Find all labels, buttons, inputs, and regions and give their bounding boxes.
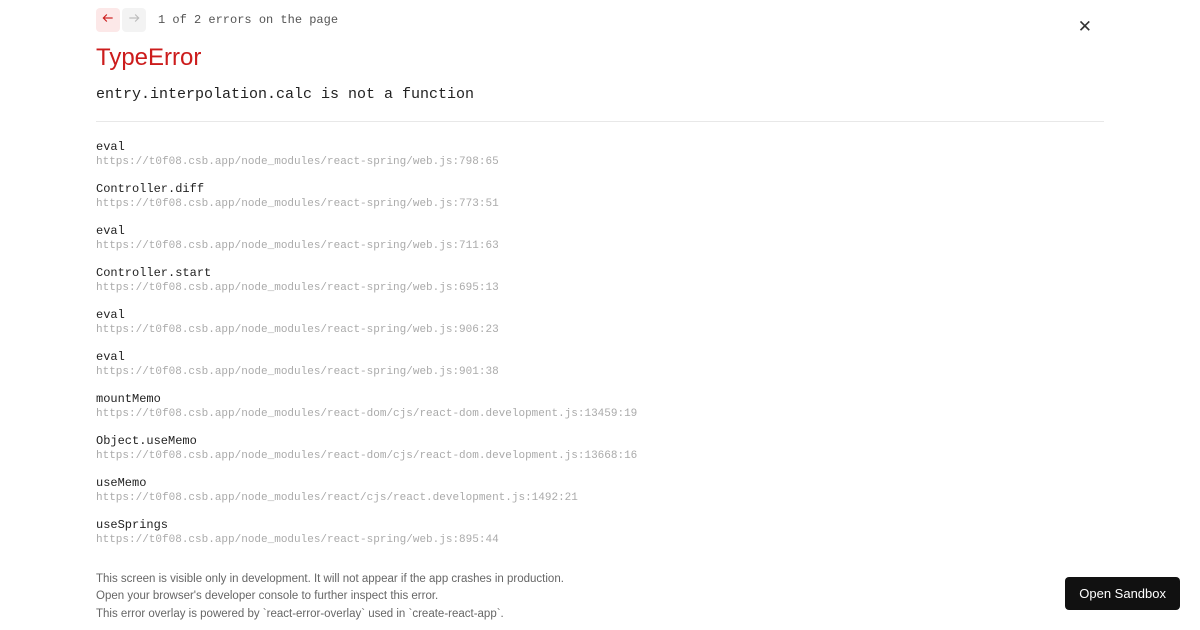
close-button[interactable]: ✕ <box>1078 18 1092 35</box>
error-type-heading: TypeError <box>96 44 1104 72</box>
next-error-button[interactable] <box>122 8 146 32</box>
nav-row: 1 of 2 errors on the page <box>96 8 1104 32</box>
stack-frame-function: eval <box>96 140 1104 154</box>
stack-trace: eval https://t0f08.csb.app/node_modules/r… <box>96 140 1104 560</box>
arrow-right-icon <box>127 11 141 30</box>
footer-line-1: This screen is visible only in developme… <box>96 571 1104 589</box>
stack-frame-function: Controller.start <box>96 266 1104 280</box>
stack-frame-function: Object.useMemo <box>96 434 1104 448</box>
prev-error-button[interactable] <box>96 8 120 32</box>
stack-frame[interactable]: mountMemo https://t0f08.csb.app/node_modu… <box>96 392 1104 420</box>
stack-frame[interactable]: eval https://t0f08.csb.app/node_modules/r… <box>96 224 1104 252</box>
stack-frame[interactable]: Controller.start https://t0f08.csb.app/no… <box>96 266 1104 294</box>
stack-frame-location: https://t0f08.csb.app/node_modules/react… <box>96 156 1104 168</box>
footer-line-3: This error overlay is powered by `react-… <box>96 606 1104 624</box>
nav-buttons <box>96 8 146 32</box>
stack-frame-function: useSprings <box>96 518 1104 532</box>
stack-frame-function: Controller.diff <box>96 182 1104 196</box>
stack-frame-location: https://t0f08.csb.app/node_modules/react… <box>96 240 1104 252</box>
footer-line-2: Open your browser's developer console to… <box>96 588 1104 606</box>
close-icon: ✕ <box>1078 17 1092 36</box>
error-message: entry.interpolation.calc is not a functi… <box>96 86 1104 103</box>
stack-frame-location: https://t0f08.csb.app/node_modules/react… <box>96 282 1104 294</box>
stack-frame[interactable]: eval https://t0f08.csb.app/node_modules/r… <box>96 350 1104 378</box>
stack-frame-function: eval <box>96 350 1104 364</box>
stack-frame[interactable]: eval https://t0f08.csb.app/node_modules/r… <box>96 140 1104 168</box>
stack-frame-location: https://t0f08.csb.app/node_modules/react… <box>96 324 1104 336</box>
stack-frame-location: https://t0f08.csb.app/node_modules/react… <box>96 366 1104 378</box>
footer-note: This screen is visible only in developme… <box>0 563 1200 630</box>
stack-frame-location: https://t0f08.csb.app/node_modules/react… <box>96 492 1104 504</box>
stack-frame-location: https://t0f08.csb.app/node_modules/react… <box>96 534 1104 546</box>
divider <box>96 121 1104 122</box>
stack-frame-location: https://t0f08.csb.app/node_modules/react… <box>96 450 1104 462</box>
stack-frame-location: https://t0f08.csb.app/node_modules/react… <box>96 198 1104 210</box>
error-counter: 1 of 2 errors on the page <box>158 13 338 27</box>
stack-frame-function: eval <box>96 224 1104 238</box>
stack-frame-function: eval <box>96 308 1104 322</box>
stack-frame-function: mountMemo <box>96 392 1104 406</box>
stack-frame[interactable]: useMemo https://t0f08.csb.app/node_module… <box>96 476 1104 504</box>
stack-frame-function: useMemo <box>96 476 1104 490</box>
stack-frame[interactable]: Controller.diff https://t0f08.csb.app/nod… <box>96 182 1104 210</box>
stack-frame[interactable]: eval https://t0f08.csb.app/node_modules/r… <box>96 308 1104 336</box>
stack-frame-location: https://t0f08.csb.app/node_modules/react… <box>96 408 1104 420</box>
error-overlay: 1 of 2 errors on the page ✕ TypeError en… <box>0 0 1200 630</box>
arrow-left-icon <box>101 11 115 30</box>
open-sandbox-button[interactable]: Open Sandbox <box>1065 577 1180 610</box>
stack-frame[interactable]: Object.useMemo https://t0f08.csb.app/node… <box>96 434 1104 462</box>
stack-frame[interactable]: useSprings https://t0f08.csb.app/node_mod… <box>96 518 1104 546</box>
